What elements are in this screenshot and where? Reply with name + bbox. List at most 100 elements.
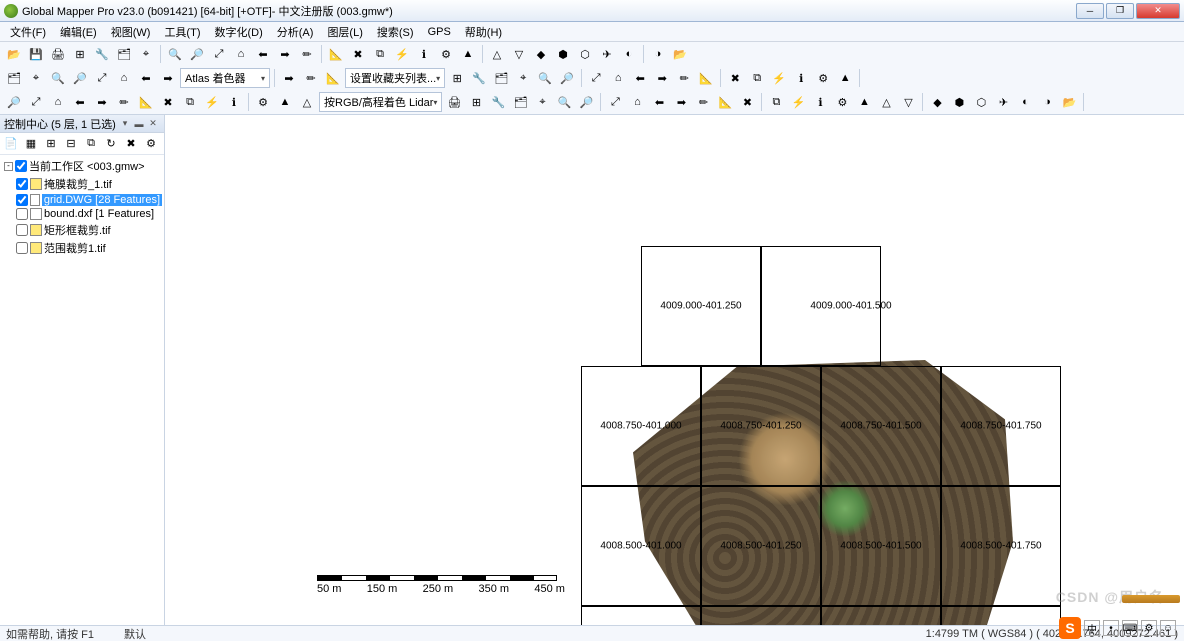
ime-kbd-icon[interactable]: ⌨ xyxy=(1122,620,1138,636)
menu-item[interactable]: 图层(L) xyxy=(321,22,368,42)
layer-item[interactable]: 范围裁剪1.tif xyxy=(16,239,162,257)
toolbar-button[interactable]: 🔍 xyxy=(554,92,574,112)
toolbar-button[interactable]: 🗂 xyxy=(4,68,24,88)
toolbar-button[interactable]: ▽ xyxy=(509,44,529,64)
toolbar-button[interactable]: ⌖ xyxy=(136,44,156,64)
toolbar-combo[interactable]: Atlas 着色器▾ xyxy=(180,68,270,88)
layer-tree[interactable]: - 当前工作区 <003.gmw> 掩膜裁剪_1.tifgrid.DWG [28… xyxy=(0,155,164,625)
toolbar-button[interactable]: ⬡ xyxy=(971,92,991,112)
menu-item[interactable]: 编辑(E) xyxy=(54,22,103,42)
layer-item[interactable]: 矩形框裁剪.tif xyxy=(16,221,162,239)
ime-cog-icon[interactable]: ⚙ xyxy=(1141,620,1157,636)
sogou-icon[interactable]: S xyxy=(1059,617,1081,639)
menu-item[interactable]: 帮助(H) xyxy=(459,22,508,42)
layer-checkbox[interactable] xyxy=(16,208,28,220)
toolbar-button[interactable]: ⤢ xyxy=(586,68,606,88)
toolbar-button[interactable]: △ xyxy=(297,92,317,112)
toolbar-button[interactable]: 📐 xyxy=(326,44,346,64)
toolbar-button[interactable]: ⚙ xyxy=(832,92,852,112)
toolbar-button[interactable]: ✏ xyxy=(114,92,134,112)
toolbar-button[interactable]: ⤢ xyxy=(92,68,112,88)
toolbar-button[interactable]: ⌖ xyxy=(532,92,552,112)
panel-tool-icon[interactable]: 📄 xyxy=(2,135,20,153)
toolbar-button[interactable]: ⌂ xyxy=(231,44,251,64)
panel-tool-icon[interactable]: ⚙ xyxy=(142,135,160,153)
toolbar-button[interactable]: ⚙ xyxy=(813,68,833,88)
toolbar-button[interactable]: ✏ xyxy=(301,68,321,88)
toolbar-button[interactable]: ➡ xyxy=(275,44,295,64)
toolbar-button[interactable]: 🗂 xyxy=(510,92,530,112)
panel-tool-icon[interactable]: ⊞ xyxy=(42,135,60,153)
layer-item[interactable]: bound.dxf [1 Features] xyxy=(16,207,162,221)
layer-checkbox[interactable] xyxy=(16,194,28,206)
toolbar-button[interactable]: ✏ xyxy=(693,92,713,112)
minimize-button[interactable]: ─ xyxy=(1076,3,1104,19)
tree-root[interactable]: - 当前工作区 <003.gmw> xyxy=(4,157,162,175)
root-checkbox[interactable] xyxy=(15,160,27,172)
panel-close-icon[interactable]: ✕ xyxy=(146,117,160,131)
toolbar-button[interactable]: ⬅ xyxy=(649,92,669,112)
toolbar-button[interactable]: ⊞ xyxy=(70,44,90,64)
toolbar-button[interactable]: 🗂 xyxy=(114,44,134,64)
panel-tool-icon[interactable]: ✖ xyxy=(122,135,140,153)
toolbar-button[interactable]: ➡ xyxy=(279,68,299,88)
toolbar-button[interactable]: ℹ xyxy=(791,68,811,88)
toolbar-button[interactable]: 🗂 xyxy=(491,68,511,88)
layer-checkbox[interactable] xyxy=(16,178,28,190)
toolbar-button[interactable]: ⤢ xyxy=(605,92,625,112)
toolbar-button[interactable]: 📐 xyxy=(323,68,343,88)
toolbar-button[interactable]: ◑ xyxy=(1037,92,1057,112)
panel-pin-icon[interactable]: ▬ xyxy=(132,117,146,131)
panel-tool-icon[interactable]: ↻ xyxy=(102,135,120,153)
toolbar-button[interactable]: ⌂ xyxy=(114,68,134,88)
toolbar-button[interactable]: 📂 xyxy=(670,44,690,64)
map-view[interactable]: 4009.000-401.2504009.000-401.5004008.750… xyxy=(165,115,1184,625)
toolbar-button[interactable]: ▲ xyxy=(458,44,478,64)
toolbar-button[interactable]: ⚙ xyxy=(436,44,456,64)
toolbar-button[interactable]: ◆ xyxy=(531,44,551,64)
menu-item[interactable]: 视图(W) xyxy=(105,22,157,42)
panel-menu-icon[interactable]: ▾ xyxy=(118,117,132,131)
toolbar-button[interactable]: ⚡ xyxy=(769,68,789,88)
layer-item[interactable]: grid.DWG [28 Features] xyxy=(16,193,162,207)
toolbar-button[interactable]: 🔍 xyxy=(165,44,185,64)
toolbar-button[interactable]: 🔧 xyxy=(488,92,508,112)
menu-item[interactable]: 分析(A) xyxy=(271,22,320,42)
toolbar-button[interactable]: ⧉ xyxy=(180,92,200,112)
close-button[interactable]: ✕ xyxy=(1136,3,1180,19)
toolbar-button[interactable]: 📐 xyxy=(696,68,716,88)
toolbar-button[interactable]: ⌖ xyxy=(513,68,533,88)
toolbar-button[interactable]: 🖨 xyxy=(48,44,68,64)
toolbar-button[interactable]: ⤢ xyxy=(209,44,229,64)
toolbar-button[interactable]: 💾 xyxy=(26,44,46,64)
toolbar-button[interactable]: 🔍 xyxy=(48,68,68,88)
toolbar-button[interactable]: ✖ xyxy=(348,44,368,64)
maximize-button[interactable]: ❐ xyxy=(1106,3,1134,19)
toolbar-button[interactable]: 📂 xyxy=(4,44,24,64)
toolbar-button[interactable]: 🔎 xyxy=(70,68,90,88)
ime-skin-icon[interactable]: ☺ xyxy=(1160,620,1176,636)
toolbar-button[interactable]: ⚡ xyxy=(788,92,808,112)
toolbar-button[interactable]: ▲ xyxy=(835,68,855,88)
toolbar-button[interactable]: ⬅ xyxy=(136,68,156,88)
toolbar-button[interactable]: ℹ xyxy=(224,92,244,112)
ime-lang-icon[interactable]: 中 xyxy=(1084,620,1100,636)
menu-item[interactable]: 数字化(D) xyxy=(208,22,268,42)
toolbar-button[interactable]: 📐 xyxy=(715,92,735,112)
toolbar-button[interactable]: △ xyxy=(876,92,896,112)
toolbar-button[interactable]: 🔎 xyxy=(576,92,596,112)
layer-checkbox[interactable] xyxy=(16,242,28,254)
toolbar-button[interactable]: ➡ xyxy=(158,68,178,88)
toolbar-button[interactable]: ⬢ xyxy=(949,92,969,112)
toolbar-button[interactable]: ⌂ xyxy=(627,92,647,112)
toolbar-button[interactable]: ⊞ xyxy=(466,92,486,112)
toolbar-button[interactable]: ⤢ xyxy=(26,92,46,112)
toolbar-button[interactable]: ⬅ xyxy=(630,68,650,88)
toolbar-button[interactable]: 🔧 xyxy=(469,68,489,88)
collapse-icon[interactable]: - xyxy=(4,162,13,171)
toolbar-button[interactable]: ◆ xyxy=(927,92,947,112)
toolbar-button[interactable]: 📂 xyxy=(1059,92,1079,112)
toolbar-button[interactable]: 🔎 xyxy=(557,68,577,88)
toolbar-button[interactable]: ⊞ xyxy=(447,68,467,88)
toolbar-button[interactable]: ✖ xyxy=(737,92,757,112)
